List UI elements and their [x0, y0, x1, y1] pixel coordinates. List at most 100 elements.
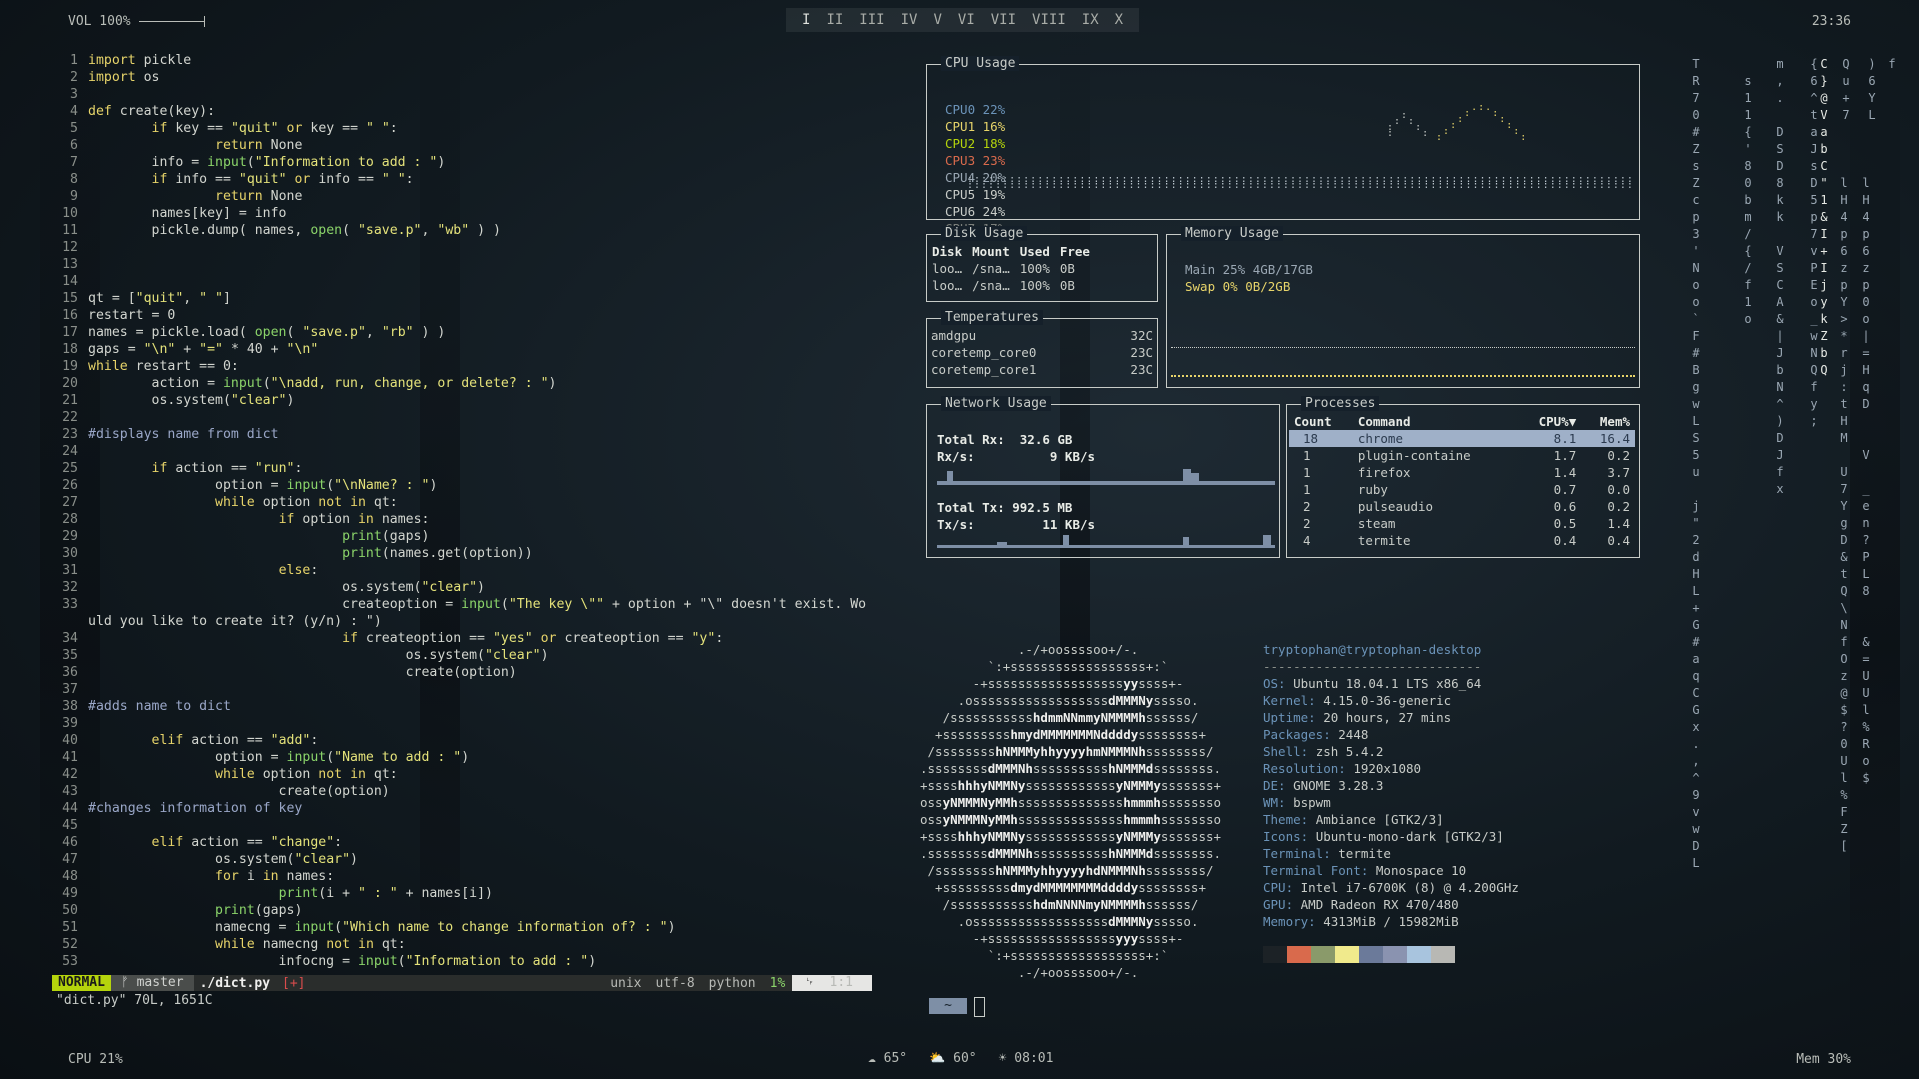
process-row[interactable]: 4 termite 0.4 0.4 — [1289, 532, 1635, 549]
line-number: 30 — [62, 546, 78, 561]
workspace-vii[interactable]: VII — [983, 12, 1024, 28]
code-line[interactable]: 51 namecng = input("Which name to change… — [52, 919, 874, 936]
code-line[interactable]: 43 create(option) — [52, 783, 874, 800]
code-line[interactable]: 35 os.system("clear") — [52, 647, 874, 664]
code-line[interactable]: 28 if option in names: — [52, 511, 874, 528]
code-line[interactable]: 32 os.system("clear") — [52, 579, 874, 596]
code-line[interactable]: 45 — [52, 817, 874, 834]
workspace-x[interactable]: X — [1107, 12, 1131, 28]
workspace-v[interactable]: V — [925, 12, 949, 28]
line-number: 25 — [62, 461, 78, 476]
code-line[interactable]: 14 — [52, 273, 874, 290]
process-row[interactable]: 1 ruby 0.7 0.0 — [1289, 481, 1635, 498]
vim-cmdline[interactable]: "dict.py" 70L, 1651C — [56, 993, 213, 1008]
code-line[interactable]: 31 else: — [52, 562, 874, 579]
process-row[interactable]: 1 plugin-containe 1.7 0.2 — [1289, 447, 1635, 464]
code-line[interactable]: 41 option = input("Name to add : ") — [52, 749, 874, 766]
code-line[interactable]: 13 — [52, 256, 874, 273]
code-line[interactable]: 15 qt = ["quit", " "] — [52, 290, 874, 307]
code-line[interactable]: 22 — [52, 409, 874, 426]
code-line[interactable]: 24 — [52, 443, 874, 460]
cursor-position: ␊ 1:1 — [792, 975, 872, 991]
process-row[interactable]: 2 pulseaudio 0.6 0.2 — [1289, 498, 1635, 515]
code-line[interactable]: 9 return None — [52, 188, 874, 205]
code-line[interactable]: 8 if info == "quit" or info == " ": — [52, 171, 874, 188]
code-line[interactable]: 30 print(names.get(option)) — [52, 545, 874, 562]
vim-editor[interactable]: 1 import pickle 2 import os 3 4 def create(key… — [52, 52, 874, 1014]
code-line[interactable]: 2 import os — [52, 69, 874, 86]
code-line[interactable]: 48 for i in names: — [52, 868, 874, 885]
process-header[interactable]: CPU%▼ — [1517, 413, 1581, 430]
code-line[interactable]: 40 elif action == "add": — [52, 732, 874, 749]
code-line[interactable]: 3 — [52, 86, 874, 103]
code-line[interactable]: 44 #changes information of key — [52, 800, 874, 817]
code-line[interactable]: 33 createoption = input("The key \"" + o… — [52, 596, 874, 613]
code-line[interactable]: 39 — [52, 715, 874, 732]
volume-label: VOL 100% — [68, 14, 131, 29]
process-header[interactable]: Mem% — [1581, 413, 1635, 430]
workspace-ix[interactable]: IX — [1074, 12, 1107, 28]
code-line[interactable]: 50 print(gaps) — [52, 902, 874, 919]
code-line[interactable]: uld you like to create it? (y/n) : ") — [52, 613, 874, 630]
code-line[interactable]: 46 elif action == "change": — [52, 834, 874, 851]
process-cell: chrome — [1357, 431, 1403, 446]
process-row[interactable]: 2 steam 0.5 1.4 — [1289, 515, 1635, 532]
code-line[interactable]: 27 while option not in qt: — [52, 494, 874, 511]
process-table[interactable]: Count Command CPU%▼ Mem% 18 chrome 8.1 16.4 1 plu… — [1289, 413, 1635, 549]
code-line[interactable]: 21 os.system("clear") — [52, 392, 874, 409]
volume-slider[interactable] — [138, 16, 205, 27]
code-line[interactable]: 6 return None — [52, 137, 874, 154]
code-line[interactable]: 10 names[key] = info — [52, 205, 874, 222]
code-line[interactable]: 18 gaps = "\n" + "=" * 40 + "\n" — [52, 341, 874, 358]
code-line[interactable]: 25 if action == "run": — [52, 460, 874, 477]
workspace-viii[interactable]: VIII — [1024, 12, 1074, 28]
code-line[interactable]: 42 while option not in qt: — [52, 766, 874, 783]
code-line[interactable]: 26 option = input("\nName? : ") — [52, 477, 874, 494]
process-header[interactable]: Command — [1353, 413, 1518, 430]
process-header[interactable]: Count — [1289, 413, 1353, 430]
code-line[interactable]: 36 create(option) — [52, 664, 874, 681]
code-line[interactable]: 17 names = pickle.load( open( "save.p", "… — [52, 324, 874, 341]
process-row[interactable]: 1 firefox 1.4 3.7 — [1289, 464, 1635, 481]
logo-line: /ssssssssssshdmmNNmmyNMMMMhssssss/ — [920, 710, 1199, 725]
line-text: if info == "quit" or info == " ": — [151, 172, 414, 187]
process-row[interactable]: 18 chrome 8.1 16.4 — [1289, 430, 1635, 447]
code-line[interactable]: 5 if key == "quit" or key == " ": — [52, 120, 874, 137]
code-line[interactable]: 53 infocng = input("Information to add :… — [52, 953, 874, 970]
code-line[interactable]: 7 info = input("Information to add : ") — [52, 154, 874, 171]
line-number: 24 — [62, 444, 78, 459]
line-text: option = input("\nName? : ") — [88, 478, 438, 493]
line-text: return None — [215, 138, 303, 153]
code-line[interactable]: 19 while restart == 0: — [52, 358, 874, 375]
code-line[interactable]: 16 restart = 0 — [52, 307, 874, 324]
code-line[interactable]: 52 while namecng not in qt: — [52, 936, 874, 953]
workspace-vi[interactable]: VI — [950, 12, 983, 28]
code-line[interactable]: 1 import pickle — [52, 52, 874, 69]
code-line[interactable]: 20 action = input("\nadd, run, change, o… — [52, 375, 874, 392]
line-number: 50 — [62, 903, 78, 918]
terminal-cursor[interactable] — [974, 997, 985, 1017]
code-line[interactable]: 47 os.system("clear") — [52, 851, 874, 868]
code-line[interactable]: 11 pickle.dump( names, open( "save.p", "… — [52, 222, 874, 239]
panel-title: Processes — [1301, 396, 1380, 411]
line-number: 9 — [70, 189, 78, 204]
line-number: 41 — [62, 750, 78, 765]
code-line[interactable]: 37 — [52, 681, 874, 698]
workspace-ii[interactable]: II — [818, 12, 851, 28]
volume-indicator[interactable]: VOL 100% — [68, 14, 205, 29]
workspace-iii[interactable]: III — [851, 12, 892, 28]
code-line[interactable]: 4 def create(key): — [52, 103, 874, 120]
code-line[interactable]: 29 print(gaps) — [52, 528, 874, 545]
line-number: 33 — [62, 597, 78, 612]
code-line[interactable]: 38 #adds name to dict — [52, 698, 874, 715]
workspace-iv[interactable]: IV — [893, 12, 926, 28]
process-cell: firefox — [1357, 465, 1411, 480]
logo-line: .-/+oossssoo+/-. — [920, 642, 1139, 657]
code-line[interactable]: 34 if createoption == "yes" or createopt… — [52, 630, 874, 647]
line-text: while option not in qt: — [215, 495, 398, 510]
code-line[interactable]: 23 #displays name from dict — [52, 426, 874, 443]
matrix-column: l H 4 p 6 z p Y > * r j : t H M U 7 Y g … — [1840, 176, 1848, 853]
code-line[interactable]: 49 print(i + " : " + names[i]) — [52, 885, 874, 902]
code-line[interactable]: 12 — [52, 239, 874, 256]
workspace-i[interactable]: I — [794, 12, 818, 28]
